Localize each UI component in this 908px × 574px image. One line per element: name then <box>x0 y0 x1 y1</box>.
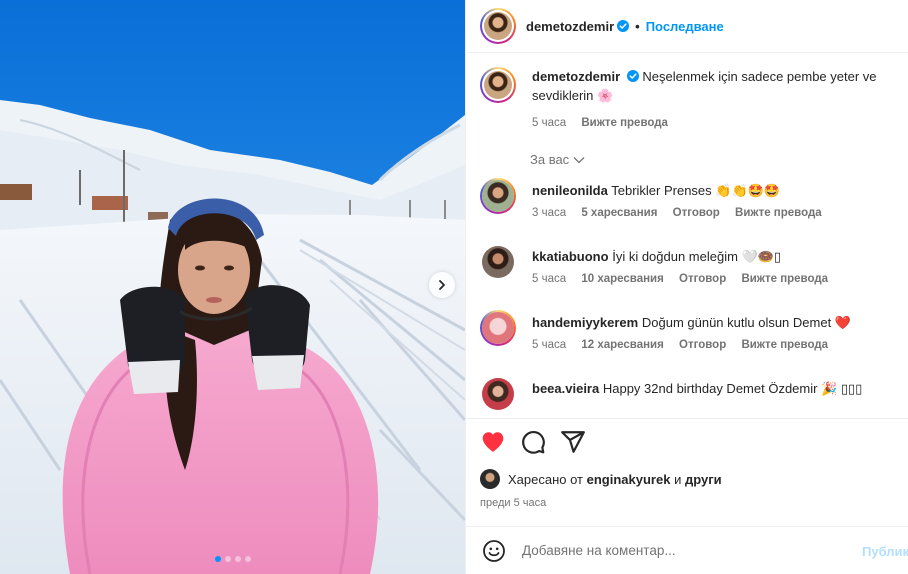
comment-text: Doğum günün kutlu olsun Demet ❤️ <box>641 315 851 330</box>
comment-translate-button[interactable]: Вижте превода <box>741 273 828 285</box>
comment-item: beea.vieira Happy 32nd birthday Demet Öz… <box>480 376 900 416</box>
caption-meta: 5 часа Вижте превода <box>532 114 892 133</box>
comments-filter-dropdown[interactable]: За вас <box>530 152 585 167</box>
caption-translate-button[interactable]: Вижте превода <box>581 117 668 129</box>
chevron-down-icon <box>573 156 585 163</box>
comment-username[interactable]: kkatiabuono <box>532 249 609 264</box>
comment-time[interactable]: 5 часа <box>532 273 566 285</box>
liked-and: и <box>674 471 682 487</box>
comment-time[interactable]: 3 часа <box>532 207 566 219</box>
add-comment-bar: Публикуване <box>466 526 908 574</box>
comment-reply-button[interactable]: Отговор <box>679 339 726 351</box>
follow-button[interactable]: Последване <box>646 19 724 34</box>
author-line: demetozdemir • Последване <box>526 19 724 34</box>
post-caption: demetozdemir Neşelenmek için sadece pemb… <box>480 67 900 133</box>
liked-by-line: Харесано от enginakyurek и други <box>480 469 895 489</box>
caption-time[interactable]: 5 часа <box>532 117 566 129</box>
comment-input[interactable] <box>522 543 842 558</box>
comment-translate-button[interactable]: Вижте превода <box>735 207 822 219</box>
share-icon[interactable] <box>560 429 586 455</box>
post-actions: Харесано от enginakyurek и други преди 5… <box>466 418 908 509</box>
publish-button[interactable]: Публикуване <box>862 544 908 559</box>
comment-text: Tebrikler Prenses 👏👏🤩🤩 <box>611 183 781 198</box>
emoji-icon[interactable] <box>482 539 506 563</box>
carousel-indicator <box>0 556 465 562</box>
liker-avatar[interactable] <box>480 469 500 489</box>
author-avatar[interactable] <box>480 8 516 44</box>
comment-item: nenileonilda Tebrikler Prenses 👏👏🤩🤩 3 ча… <box>480 178 900 219</box>
liked-prefix: Харесано от <box>508 471 584 487</box>
separator-dot: • <box>635 18 640 34</box>
verified-badge-icon <box>626 70 639 82</box>
photo-scene <box>0 0 465 574</box>
comment-text: İyi ki doğdun meleğim 🤍🍩▯ <box>612 249 782 264</box>
comment-likes[interactable]: 12 харесвания <box>581 339 663 351</box>
comment-meta: 5 часа 12 харесвания Отговор Вижте прево… <box>532 339 851 351</box>
comment-likes[interactable]: 5 харесвания <box>581 207 657 219</box>
caption-avatar[interactable] <box>480 67 516 103</box>
comments-filter-label: За вас <box>530 152 570 167</box>
comment-avatar[interactable] <box>480 178 516 214</box>
comment-meta: 5 часа 10 харесвания Отговор Вижте прево… <box>532 273 840 285</box>
post-side-panel: demetozdemir • Последване demetozdemir N… <box>465 0 908 574</box>
avatar <box>484 71 512 99</box>
avatar <box>482 180 514 212</box>
carousel-dot-active <box>214 556 221 562</box>
post-date[interactable]: преди 5 часа <box>480 497 895 509</box>
comment-likes[interactable]: 10 харесвания <box>581 273 663 285</box>
comment-translate-button[interactable]: Вижте превода <box>741 339 828 351</box>
comment-username[interactable]: handemiyykerem <box>532 315 638 330</box>
post-photo[interactable] <box>0 0 465 574</box>
verified-badge-icon <box>617 20 630 32</box>
comment-reply-button[interactable]: Отговор <box>673 207 720 219</box>
comment-avatar[interactable] <box>482 246 514 278</box>
carousel-next-button[interactable] <box>429 272 455 298</box>
comment-text: Happy 32nd birthday Demet Özdemir 🎉 ▯▯▯ <box>602 381 863 396</box>
avatar <box>484 12 512 40</box>
post-header: demetozdemir • Последване <box>466 0 908 53</box>
liked-user-link[interactable]: enginakyurek <box>587 472 671 487</box>
comment-avatar[interactable] <box>482 378 514 410</box>
comment-icon[interactable] <box>520 429 546 455</box>
comment-meta: 3 часа 5 харесвания Отговор Вижте превод… <box>532 207 834 219</box>
comment-item: handemiyykerem Doğum günün kutlu olsun D… <box>480 310 900 351</box>
carousel-dot <box>244 556 251 562</box>
chevron-right-icon <box>439 280 445 290</box>
author-username[interactable]: demetozdemir <box>526 19 614 34</box>
comment-avatar[interactable] <box>480 310 516 346</box>
comment-time[interactable]: 5 часа <box>532 339 566 351</box>
comment-item: kkatiabuono İyi ki doğdun meleğim 🤍🍩▯ 5 … <box>480 244 900 285</box>
avatar <box>482 312 514 344</box>
caption-username[interactable]: demetozdemir <box>532 69 620 84</box>
heart-filled-icon[interactable] <box>480 429 506 455</box>
liked-others-link[interactable]: други <box>685 472 722 487</box>
comment-username[interactable]: beea.vieira <box>532 381 599 396</box>
comment-reply-button[interactable]: Отговор <box>679 273 726 285</box>
comment-username[interactable]: nenileonilda <box>532 183 608 198</box>
carousel-dot <box>234 556 241 562</box>
carousel-dot <box>224 556 231 562</box>
